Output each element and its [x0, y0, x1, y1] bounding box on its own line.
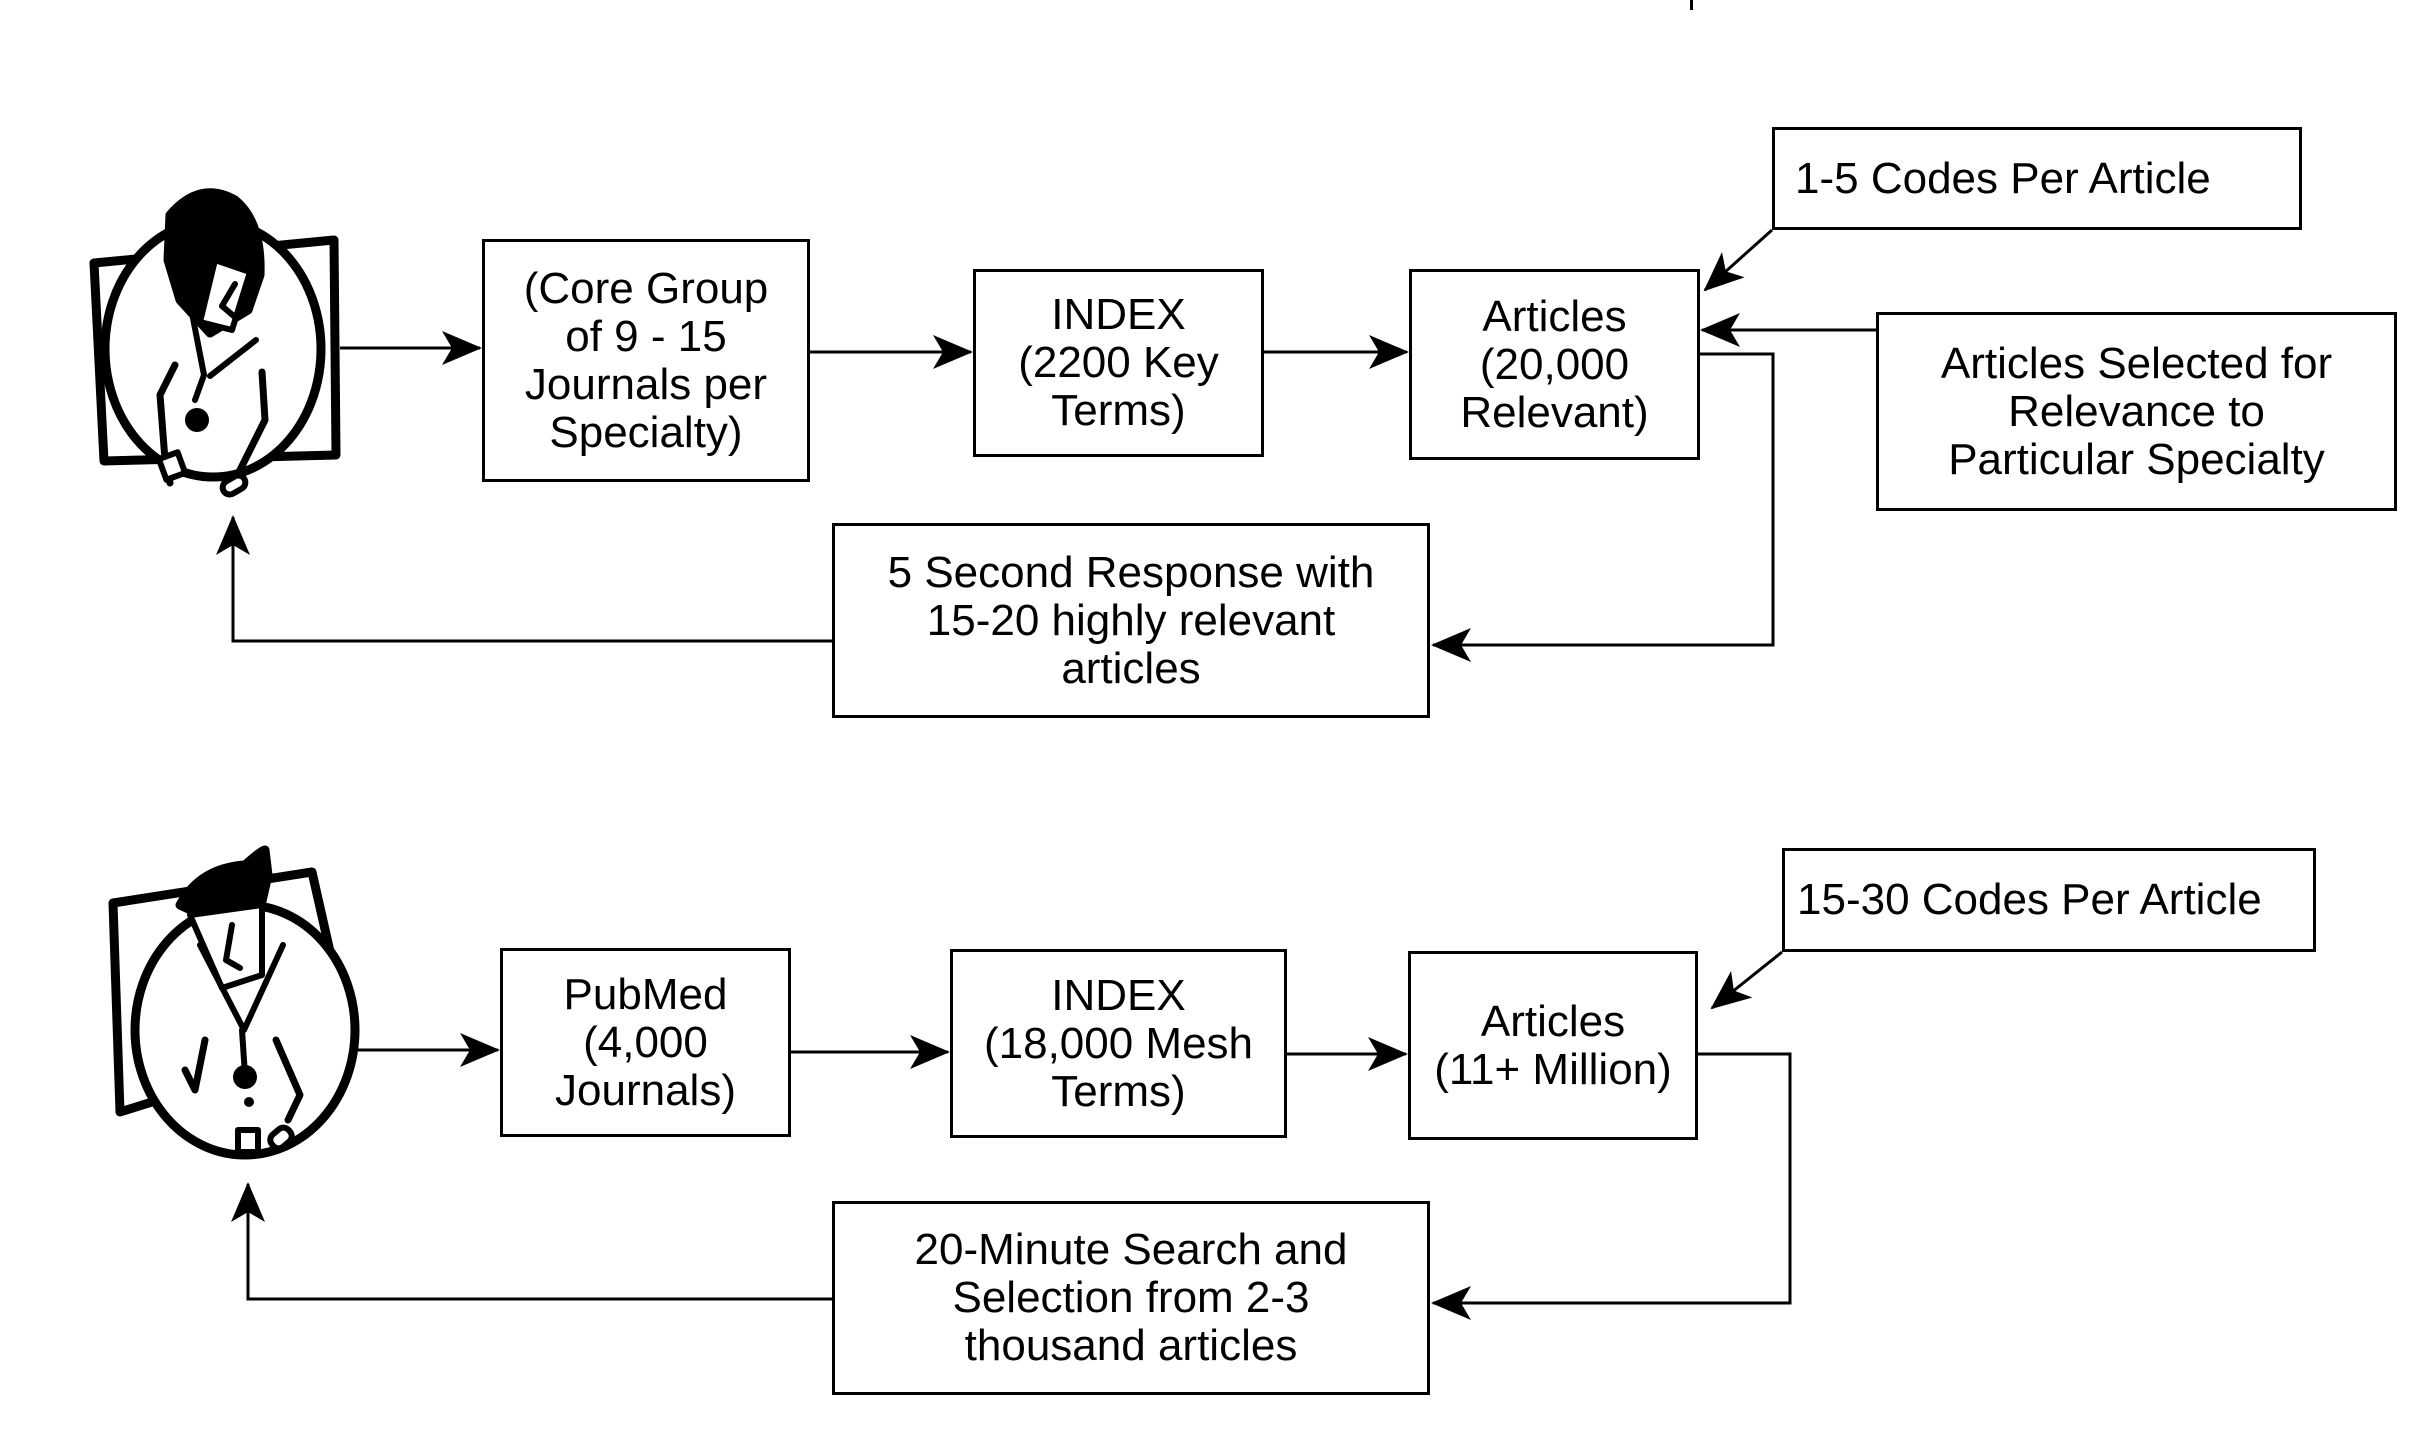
arrow-codes-to-articles	[1703, 228, 1774, 292]
articles-relevant-box: Articles (20,000 Relevant)	[1409, 269, 1700, 460]
response-box: 5 Second Response with 15-20 highly rele…	[832, 523, 1430, 718]
response-label-2: 20-Minute Search and Selection from 2-3 …	[914, 1225, 1348, 1370]
index-key-terms-box: INDEX (2200 Key Terms)	[973, 269, 1264, 457]
response-box-2: 20-Minute Search and Selection from 2-3 …	[832, 1201, 1430, 1395]
articles-million-label: Articles (11+ Million)	[1434, 996, 1672, 1094]
codes-per-article-label-2: 15-30 Codes Per Article	[1797, 875, 2262, 924]
pubmed-journals-label: PubMed (4,000 Journals)	[555, 969, 736, 1115]
arrow-response-to-user	[216, 515, 832, 643]
arrow-codes2-to-articles2	[1710, 950, 1783, 1010]
index-key-terms-label: INDEX (2200 Key Terms)	[1018, 290, 1219, 435]
articles-million-box: Articles (11+ Million)	[1408, 951, 1698, 1140]
selection-note-box: Articles Selected for Relevance to Parti…	[1876, 312, 2397, 511]
codes-per-article-box: 1-5 Codes Per Article	[1772, 127, 2302, 230]
arrow-response2-to-user2	[231, 1182, 832, 1301]
index-mesh-terms-box: INDEX (18,000 Mesh Terms)	[950, 949, 1287, 1138]
stray-tick-mark	[1690, 0, 1693, 10]
response-label: 5 Second Response with 15-20 highly rele…	[887, 547, 1375, 693]
pubmed-journals-box: PubMed (4,000 Journals)	[500, 948, 791, 1137]
selection-note-label: Articles Selected for Relevance to Parti…	[1940, 338, 2333, 484]
physician-icon-bottom	[108, 845, 360, 1160]
index-mesh-terms-label: INDEX (18,000 Mesh Terms)	[983, 970, 1254, 1116]
core-journals-box: (Core Group of 9 - 15 Journals per Speci…	[482, 239, 810, 482]
core-journals-label: (Core Group of 9 - 15 Journals per Speci…	[523, 263, 769, 457]
codes-per-article-label: 1-5 Codes Per Article	[1795, 153, 2211, 203]
articles-relevant-label: Articles (20,000 Relevant)	[1460, 291, 1649, 437]
physician-icon	[89, 188, 341, 498]
codes-per-article-box-2: 15-30 Codes Per Article	[1782, 848, 2316, 952]
